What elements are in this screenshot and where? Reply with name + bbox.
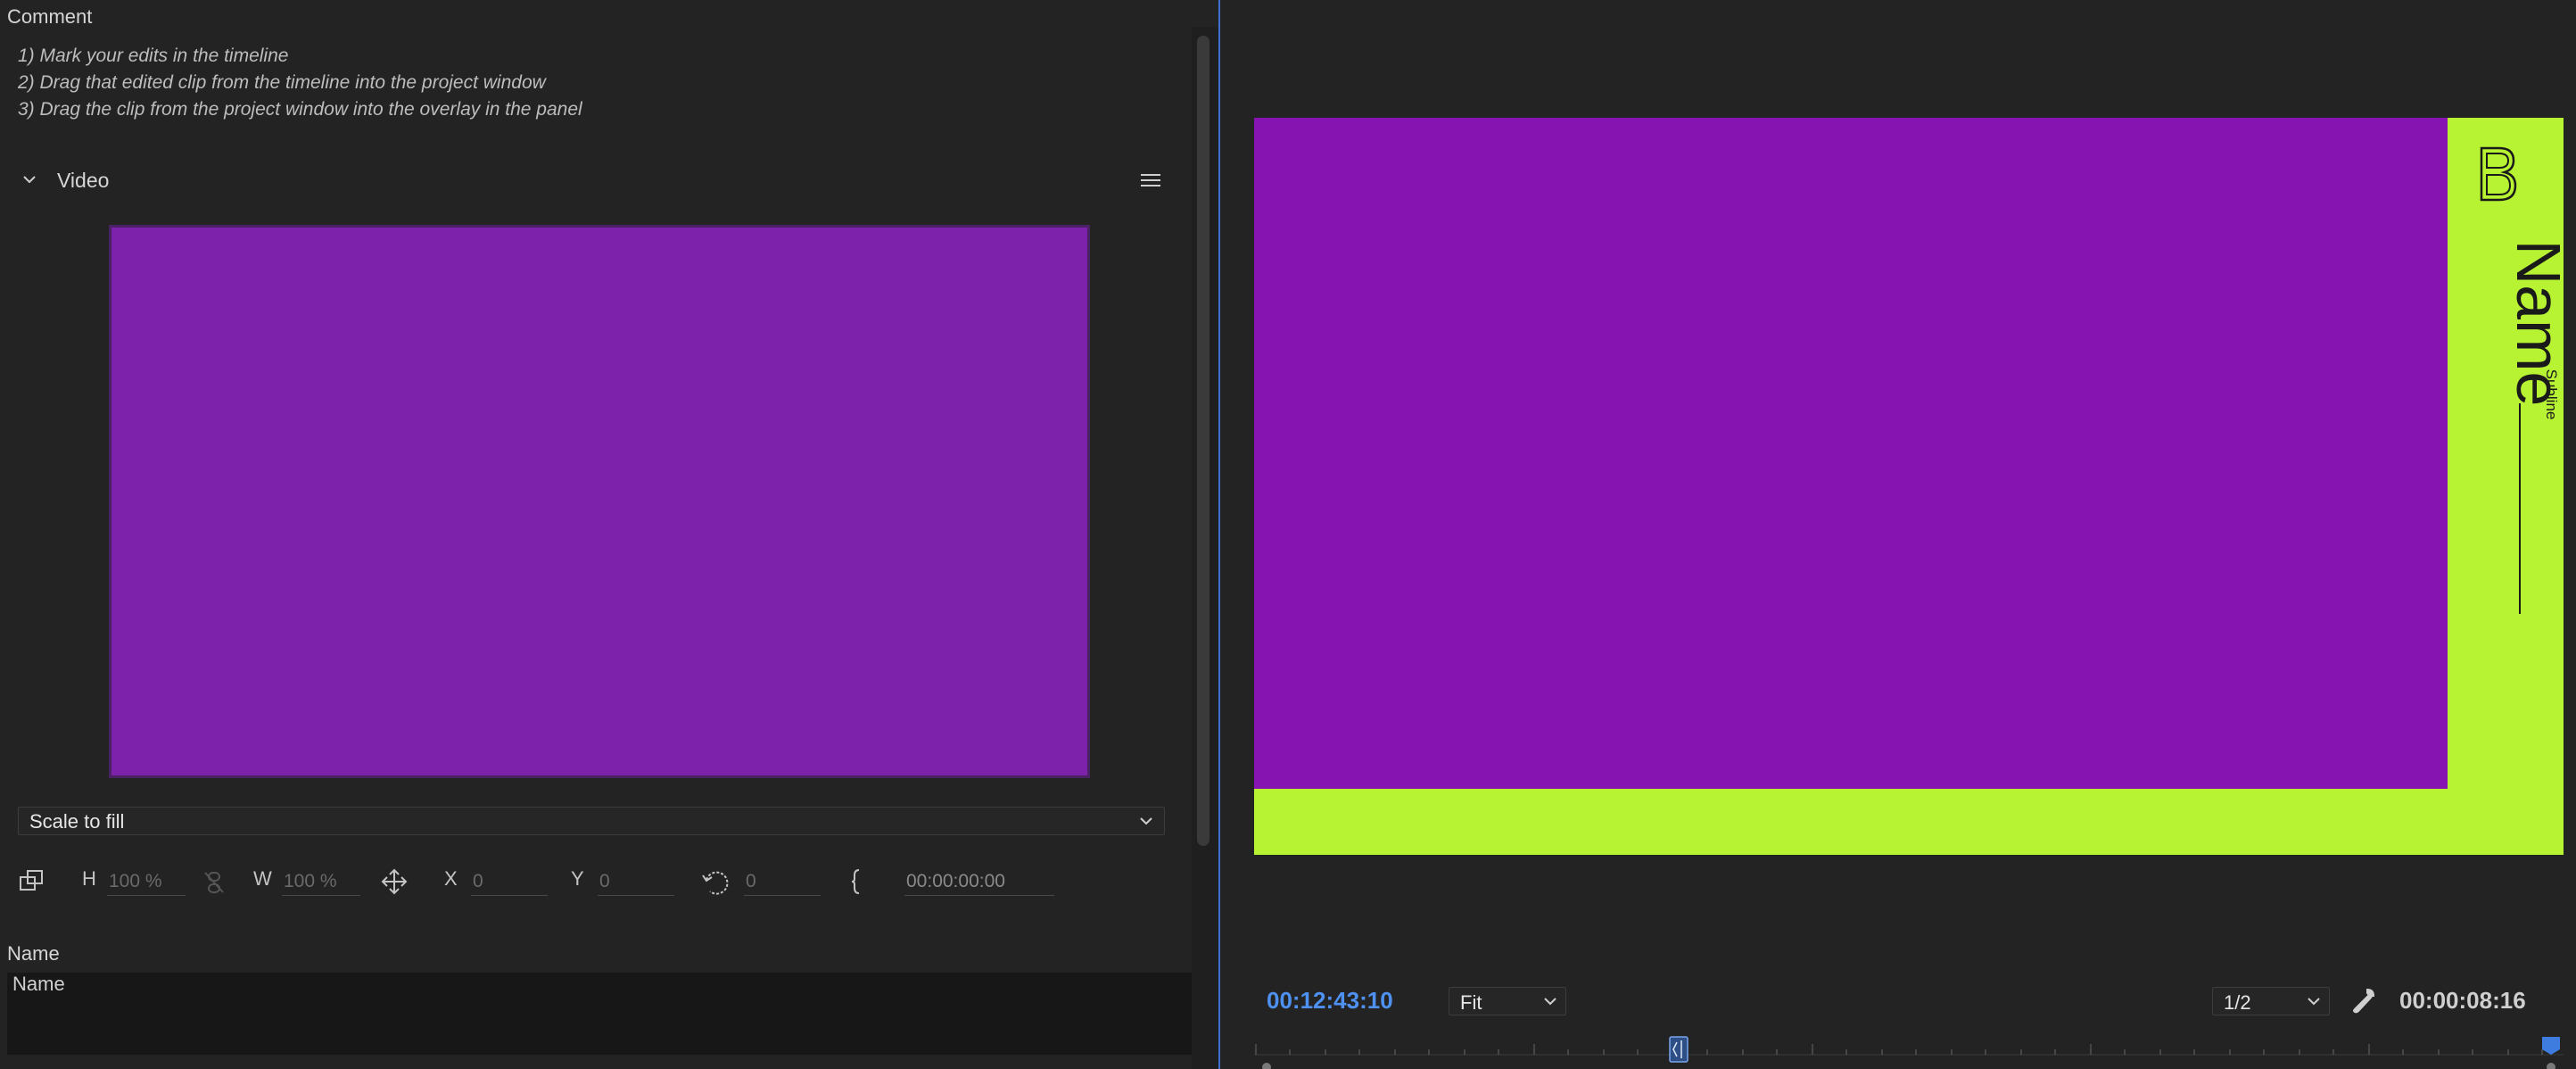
rotate-icon[interactable] [701, 867, 731, 898]
y-label: Y [571, 867, 584, 890]
scrollbar-thumb[interactable] [1197, 36, 1210, 846]
comment-text: 1) Mark your edits in the timeline 2) Dr… [18, 43, 582, 123]
x-position-field[interactable]: 0 [471, 866, 548, 896]
comment-line: 1) Mark your edits in the timeline [18, 46, 289, 66]
timecode-field[interactable]: 00:00:00:00 [904, 866, 1054, 896]
essential-graphics-panel: Comment 1) Mark your edits in the timeli… [0, 0, 1218, 1069]
program-monitor: Name Subline 00:12:43:10 Fit 1/2 00:00:0… [1220, 0, 2576, 1069]
playhead-timecode[interactable]: 00:12:43:10 [1267, 987, 1393, 1015]
move-icon[interactable] [380, 867, 409, 896]
unlink-aspect-icon[interactable] [202, 869, 227, 896]
duration-timecode: 00:00:08:16 [2399, 987, 2526, 1014]
transform-controls: H 100 % W 100 % X 0 Y 0 0 00:00:00:00 [0, 858, 1186, 905]
resolution-dropdown-value: 1/2 [2224, 991, 2251, 1014]
scale-dropdown[interactable]: Scale to fill [18, 807, 1165, 835]
zoom-dropdown[interactable]: Fit [1449, 987, 1566, 1015]
video-section-title: Video [57, 169, 110, 192]
video-drop-zone[interactable] [109, 225, 1090, 778]
name-field-label: Name [7, 942, 60, 965]
rotation-field[interactable]: 0 [744, 866, 821, 896]
video-background [1254, 118, 2448, 789]
comment-line: 3) Drag the clip from the project window… [18, 99, 582, 120]
y-position-field[interactable]: 0 [598, 866, 674, 896]
scale-dropdown-value: Scale to fill [29, 810, 125, 833]
zoom-dropdown-value: Fit [1460, 991, 1482, 1014]
overlay-subline-text: Subline [2543, 369, 2560, 420]
overlay-divider-line [2519, 403, 2521, 614]
hamburger-menu-icon[interactable] [1138, 170, 1163, 191]
brand-logo-icon [2480, 146, 2517, 202]
wrench-icon[interactable] [2349, 987, 2376, 1014]
chevron-down-icon [2308, 998, 2320, 1006]
name-text-field[interactable]: Name [7, 973, 1192, 1055]
resolution-dropdown[interactable]: 1/2 [2212, 987, 2330, 1015]
overlay-name-text: Name [2504, 239, 2573, 407]
height-label: H [82, 867, 96, 890]
width-label: W [253, 867, 272, 890]
video-frame: Name Subline [1254, 118, 2573, 855]
scale-transform-icon[interactable] [18, 867, 45, 894]
x-label: X [444, 867, 458, 890]
time-ruler[interactable] [1254, 1035, 2564, 1069]
height-field[interactable]: 100 % [107, 866, 186, 896]
chevron-down-icon [1140, 817, 1152, 825]
comment-label: Comment [7, 5, 93, 28]
brace-icon[interactable] [847, 867, 865, 896]
comment-line: 2) Drag that edited clip from the timeli… [18, 72, 546, 93]
name-text-value: Name [12, 973, 65, 995]
chevron-down-icon[interactable] [20, 170, 39, 189]
width-field[interactable]: 100 % [282, 866, 360, 896]
video-section-header[interactable]: Video [0, 166, 1186, 196]
chevron-down-icon [1544, 998, 1556, 1006]
